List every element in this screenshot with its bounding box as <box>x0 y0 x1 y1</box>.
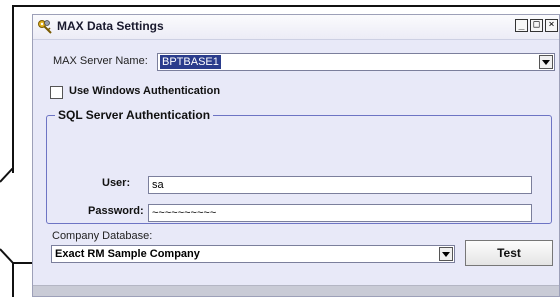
server-name-label: MAX Server Name: <box>53 55 148 67</box>
minimize-button[interactable]: _ <box>515 19 528 32</box>
callout-frame-top <box>12 5 560 7</box>
user-input[interactable]: sa <box>148 176 532 194</box>
test-button[interactable]: Test <box>465 240 553 266</box>
server-name-value: BPTBASE1 <box>160 55 221 69</box>
server-name-dropdown[interactable]: BPTBASE1 <box>157 53 555 71</box>
callout-frame-left <box>12 5 14 173</box>
title-bar[interactable]: MAX Data Settings _ □ × <box>33 15 559 40</box>
company-database-value: Exact RM Sample Company <box>55 248 200 260</box>
maximize-button[interactable]: □ <box>530 19 543 32</box>
password-label: Password: <box>88 205 144 217</box>
settings-window: MAX Data Settings _ □ × MAX Server Name:… <box>32 14 560 297</box>
callout-frame-left-bottom <box>12 262 14 297</box>
company-database-label: Company Database: <box>52 230 153 242</box>
close-button[interactable]: × <box>545 19 558 32</box>
chevron-down-icon[interactable] <box>539 55 553 69</box>
company-database-dropdown[interactable]: Exact RM Sample Company <box>51 245 455 263</box>
sql-auth-group: SQL Server Authentication User: sa Passw… <box>46 108 552 224</box>
user-label: User: <box>102 177 131 189</box>
password-input[interactable]: ~~~~~~~~~~ <box>148 204 532 222</box>
status-bar <box>33 285 559 296</box>
windows-auth-label: Use Windows Authentication <box>69 85 221 97</box>
chevron-down-icon[interactable] <box>439 247 453 261</box>
windows-auth-checkbox[interactable] <box>50 86 63 99</box>
window-title: MAX Data Settings <box>57 19 164 33</box>
keys-icon <box>38 20 52 34</box>
sql-auth-group-title: SQL Server Authentication <box>55 108 214 122</box>
